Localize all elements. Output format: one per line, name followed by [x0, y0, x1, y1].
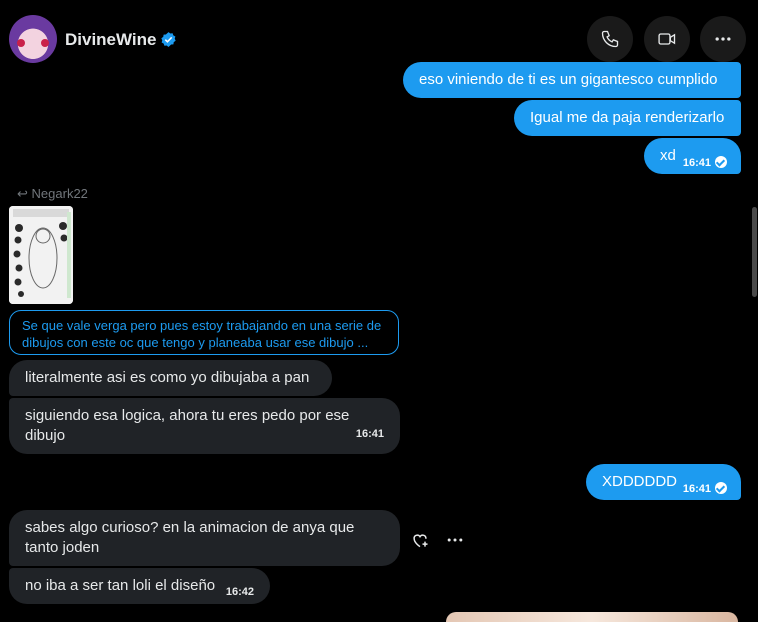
phone-icon: [601, 30, 619, 48]
incoming-message[interactable]: literalmente asi es como yo dibujaba a p…: [9, 360, 332, 396]
message-time: 16:41: [682, 483, 711, 495]
attached-image[interactable]: [9, 206, 73, 304]
video-camera-icon: [658, 33, 676, 45]
reply-context: ↩ Negark22: [17, 186, 88, 202]
more-options-button[interactable]: [700, 16, 746, 62]
reply-arrow-icon: ↩: [17, 186, 28, 201]
message-text: xd: [660, 147, 676, 164]
message-text: no iba a ser tan loli el diseño: [25, 577, 216, 594]
read-check-icon: [715, 156, 727, 168]
quoted-message[interactable]: Se que vale verga pero pues estoy trabaj…: [9, 310, 399, 355]
partial-image-preview[interactable]: [446, 612, 738, 622]
avatar[interactable]: [9, 15, 57, 63]
message-text: eso viniendo de ti es un gigantesco cump…: [419, 71, 718, 88]
outgoing-message[interactable]: XDDDDDD 16:41: [586, 464, 741, 500]
outgoing-message[interactable]: eso viniendo de ti es un gigantesco cump…: [403, 62, 741, 98]
conversation-name[interactable]: DivineWine: [65, 30, 156, 50]
reply-to-username: Negark22: [31, 186, 88, 201]
quoted-text: Se que vale verga pero pues estoy trabaj…: [22, 318, 382, 350]
outgoing-message[interactable]: Igual me da paja renderizarlo: [514, 100, 741, 136]
message-time: 16:41: [682, 157, 711, 169]
comic-thumbnail-icon: [9, 206, 73, 304]
add-reaction-icon[interactable]: [410, 530, 430, 550]
message-time: 16:41: [355, 428, 384, 440]
message-text: XDDDDDD: [602, 473, 677, 490]
scrollbar-thumb[interactable]: [752, 207, 757, 297]
more-horizontal-icon: [715, 37, 731, 41]
message-text: siguiendo esa logica, ahora tu eres pedo…: [25, 407, 350, 444]
message-text: literalmente asi es como yo dibujaba a p…: [25, 369, 310, 386]
message-more-icon[interactable]: [445, 530, 465, 550]
incoming-message[interactable]: siguiendo esa logica, ahora tu eres pedo…: [9, 398, 400, 454]
verified-badge-icon: [161, 32, 176, 47]
incoming-message[interactable]: sabes algo curioso? en la animacion de a…: [9, 510, 400, 566]
call-button[interactable]: [587, 16, 633, 62]
outgoing-message[interactable]: xd 16:41: [644, 138, 741, 174]
message-text: Igual me da paja renderizarlo: [530, 109, 725, 126]
read-check-icon: [715, 482, 727, 494]
message-time: 16:42: [225, 586, 254, 598]
message-text: sabes algo curioso? en la animacion de a…: [25, 519, 355, 556]
incoming-message[interactable]: no iba a ser tan loli el diseño 16:42: [9, 568, 270, 604]
video-call-button[interactable]: [644, 16, 690, 62]
